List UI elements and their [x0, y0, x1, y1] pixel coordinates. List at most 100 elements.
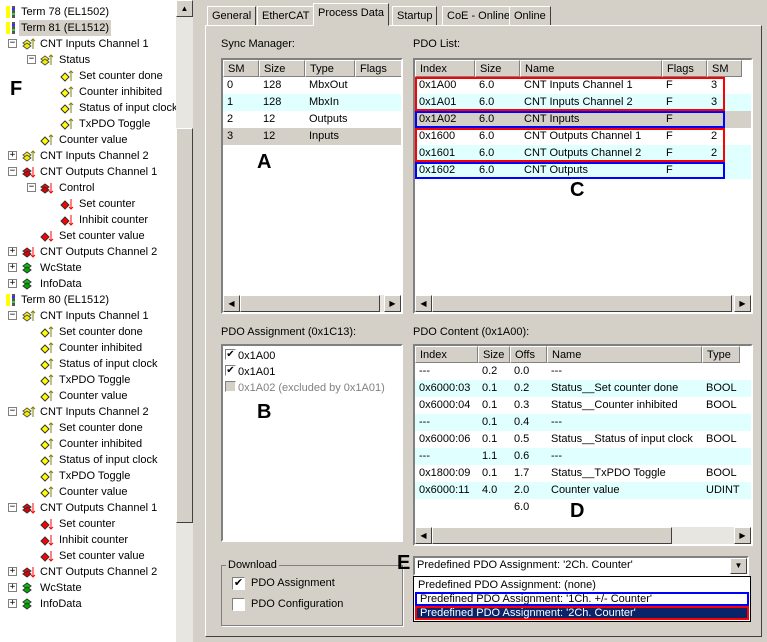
tree-item[interactable]: − CNT Outputs Channel 1 — [0, 500, 176, 516]
tree-item[interactable]: Set counter done — [0, 420, 176, 436]
tab-online[interactable]: Online — [509, 6, 551, 26]
table-row[interactable]: 0x1800:09 0.1 1.7 Status__TxPDO Toggle BOOL — [415, 465, 751, 482]
column-header[interactable]: Size — [259, 60, 305, 77]
tree-item[interactable]: Counter inhibited — [0, 340, 176, 356]
tree-item[interactable]: + CNT Inputs Channel 2 — [0, 148, 176, 164]
column-header[interactable]: Offs — [510, 346, 547, 363]
collapse-icon[interactable]: − — [8, 311, 17, 320]
tree-item[interactable]: − CNT Outputs Channel 1 — [0, 164, 176, 180]
tree-item[interactable]: Status of input clock — [0, 356, 176, 372]
tree-item[interactable]: TxPDO Toggle — [0, 468, 176, 484]
tree-item[interactable]: Inhibit counter — [0, 532, 176, 548]
table-row[interactable]: 0 128 MbxOut — [223, 77, 401, 94]
scroll-thumb[interactable] — [176, 128, 193, 523]
scroll-right-button[interactable]: ▶ — [384, 295, 401, 312]
tree-item[interactable]: Set counter done — [0, 68, 176, 84]
pdo-assignment-checkbox[interactable]: ✔ — [232, 577, 245, 590]
table-row[interactable]: 0x1A01 6.0 CNT Inputs Channel 2 F 3 — [415, 94, 751, 111]
expand-icon[interactable]: + — [8, 151, 17, 160]
expand-icon[interactable]: + — [8, 263, 17, 272]
tree-item[interactable]: Set counter done — [0, 324, 176, 340]
tree-item[interactable]: TxPDO Toggle — [0, 372, 176, 388]
table-row[interactable]: 0x1601 6.0 CNT Outputs Channel 2 F 2 — [415, 145, 751, 162]
tree-item[interactable]: − Status — [0, 52, 176, 68]
tree-item[interactable]: Counter value — [0, 484, 176, 500]
expand-icon[interactable]: + — [8, 279, 17, 288]
scroll-right-button[interactable]: ▶ — [734, 295, 751, 312]
tree-item[interactable]: + WcState — [0, 260, 176, 276]
table-row[interactable]: --- 1.1 0.6 --- — [415, 448, 751, 465]
table-row[interactable]: 3 12 Inputs — [223, 128, 401, 145]
tree-item[interactable]: − CNT Inputs Channel 1 — [0, 36, 176, 52]
scroll-right-button[interactable]: ▶ — [734, 527, 751, 544]
scroll-up-button[interactable]: ▲ — [176, 0, 193, 17]
scroll-thumb[interactable] — [432, 527, 672, 544]
column-header[interactable]: Type — [702, 346, 740, 363]
tab-ethercat[interactable]: EtherCAT — [257, 6, 315, 26]
tree-vertical-scrollbar[interactable]: ▲ — [176, 0, 193, 642]
tree-item[interactable]: Status of input clock — [0, 452, 176, 468]
dropdown-option[interactable]: Predefined PDO Assignment: (none) — [415, 578, 749, 592]
collapse-icon[interactable]: − — [27, 183, 36, 192]
tree-item[interactable]: Counter inhibited — [0, 84, 176, 100]
tree-item[interactable]: − CNT Inputs Channel 2 — [0, 404, 176, 420]
table-row[interactable]: 1 128 MbxIn — [223, 94, 401, 111]
checkbox[interactable]: ✔ — [225, 349, 236, 360]
tree-item[interactable]: TxPDO Toggle — [0, 116, 176, 132]
scroll-thumb[interactable] — [432, 295, 732, 312]
tab-coe-online[interactable]: CoE - Online — [442, 6, 515, 26]
chevron-down-icon[interactable]: ▼ — [730, 558, 747, 574]
tree-item[interactable]: + CNT Outputs Channel 2 — [0, 564, 176, 580]
tree-item[interactable]: − CNT Inputs Channel 1 — [0, 308, 176, 324]
tree-item[interactable]: − Control — [0, 180, 176, 196]
collapse-icon[interactable]: − — [8, 167, 17, 176]
horizontal-scrollbar[interactable]: ◀ ▶ — [223, 295, 401, 312]
horizontal-scrollbar[interactable]: ◀ ▶ — [415, 295, 751, 312]
tree-item[interactable]: + InfoData — [0, 276, 176, 292]
scroll-left-button[interactable]: ◀ — [223, 295, 240, 312]
column-header[interactable]: Flags — [355, 60, 401, 77]
tree-item[interactable]: Set counter — [0, 196, 176, 212]
horizontal-scrollbar[interactable]: ◀ ▶ — [415, 527, 751, 544]
tree-item[interactable]: Counter value — [0, 388, 176, 404]
tree-item[interactable]: + CNT Outputs Channel 2 — [0, 244, 176, 260]
column-header[interactable]: Index — [415, 60, 475, 77]
column-header[interactable]: SM — [223, 60, 259, 77]
tab-general[interactable]: General — [207, 6, 257, 26]
tree-item[interactable]: Term 80 (EL1512) — [0, 292, 176, 308]
table-row[interactable]: 0x1A00 6.0 CNT Inputs Channel 1 F 3 — [415, 77, 751, 94]
scroll-left-button[interactable]: ◀ — [415, 527, 432, 544]
expand-icon[interactable]: + — [8, 247, 17, 256]
column-header[interactable]: Name — [547, 346, 702, 363]
expand-icon[interactable]: + — [8, 599, 17, 608]
table-row[interactable]: --- 0.1 0.4 --- — [415, 414, 751, 431]
table-row[interactable]: 2 12 Outputs — [223, 111, 401, 128]
column-header[interactable]: Size — [475, 60, 520, 77]
predefined-pdo-dropdown[interactable]: Predefined PDO Assignment: '2Ch. Counter… — [413, 556, 749, 576]
scroll-left-button[interactable]: ◀ — [415, 295, 432, 312]
tree-item[interactable]: Term 78 (EL1502) — [0, 4, 176, 20]
table-row[interactable]: 0x1A02 6.0 CNT Inputs F — [415, 111, 751, 128]
dropdown-option[interactable]: Predefined PDO Assignment: '1Ch. +/- Cou… — [415, 592, 749, 606]
column-header[interactable]: Index — [415, 346, 478, 363]
column-header[interactable]: Name — [520, 60, 662, 77]
column-header[interactable]: SM — [707, 60, 742, 77]
pdo-configuration-checkbox[interactable] — [232, 598, 245, 611]
tree-item[interactable]: Set counter value — [0, 228, 176, 244]
table-row[interactable]: 0x6000:11 4.0 2.0 Counter value UDINT — [415, 482, 751, 499]
collapse-icon[interactable]: − — [8, 39, 17, 48]
tree-item[interactable]: Status of input clock — [0, 100, 176, 116]
column-header[interactable]: Size — [478, 346, 510, 363]
expand-icon[interactable]: + — [8, 583, 17, 592]
tree-item[interactable]: Set counter value — [0, 548, 176, 564]
tree-item[interactable]: Counter inhibited — [0, 436, 176, 452]
table-row[interactable]: 0x6000:06 0.1 0.5 Status__Status of input c… — [415, 431, 751, 448]
tree-item[interactable]: + WcState — [0, 580, 176, 596]
collapse-icon[interactable]: − — [27, 55, 36, 64]
collapse-icon[interactable]: − — [8, 503, 17, 512]
expand-icon[interactable]: + — [8, 567, 17, 576]
table-row[interactable]: 0x6000:03 0.1 0.2 Status__Set counter done B… — [415, 380, 751, 397]
dropdown-option[interactable]: Predefined PDO Assignment: '2Ch. Counter… — [415, 606, 749, 620]
tree-item[interactable]: Counter value — [0, 132, 176, 148]
tab-startup[interactable]: Startup — [392, 6, 438, 26]
